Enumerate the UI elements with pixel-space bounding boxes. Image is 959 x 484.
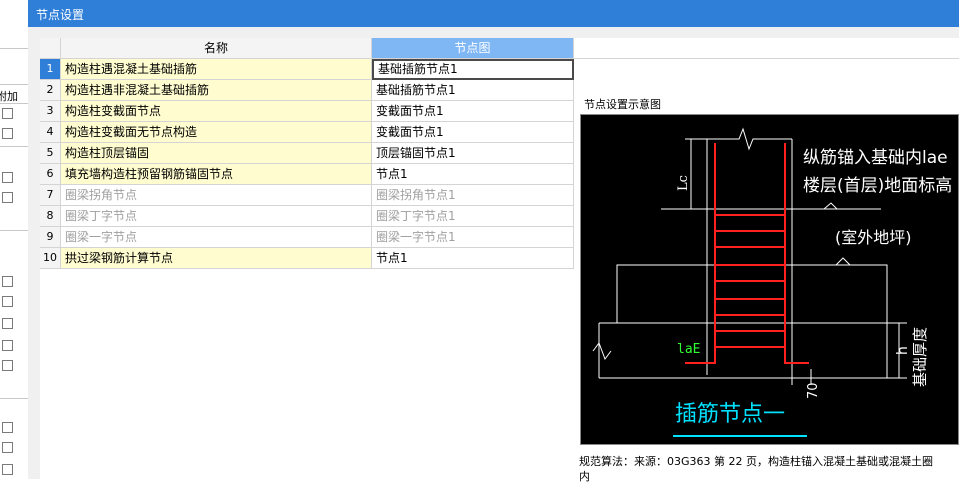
row-number: 1 (40, 59, 61, 80)
rule-description: 规范算法：来源：03G363 第 22 页，构造柱锚入混凝土基础或混凝土圈 (579, 455, 934, 468)
label-lc: Lc (676, 175, 691, 191)
parent-checkbox[interactable] (2, 276, 13, 287)
row-number: 3 (40, 101, 61, 122)
node-settings-dialog: 节点设置 名称 节点图 1 构造柱遇混凝土基础插筋 基础插筋节点1 2 构造柱遇… (28, 0, 959, 483)
parent-checkbox[interactable] (2, 464, 13, 475)
table-row[interactable]: 6 填充墙构造柱预留钢筋锚固节点 节点1 (40, 164, 574, 185)
parent-checkbox[interactable] (2, 360, 13, 371)
dialog-title: 节点设置 (36, 8, 85, 22)
row-number: 4 (40, 122, 61, 143)
parent-window-strip: 附加 (0, 0, 29, 479)
row-number: 9 (40, 227, 61, 248)
label-anchor: 纵筋锚入基础内lae (803, 148, 948, 168)
row-number: 2 (40, 80, 61, 101)
parent-checkbox[interactable] (2, 192, 13, 203)
row-name[interactable]: 构造柱遇非混凝土基础插筋 (61, 80, 372, 101)
row-name[interactable]: 构造柱遇混凝土基础插筋 (61, 59, 372, 80)
column-header-node[interactable]: 节点图 (372, 38, 574, 59)
row-name[interactable]: 构造柱变截面无节点构造 (61, 122, 372, 143)
row-number: 8 (40, 206, 61, 227)
dialog-titlebar[interactable]: 节点设置 (28, 0, 959, 27)
level-marker (823, 202, 838, 210)
parent-checkbox[interactable] (2, 318, 13, 329)
row-number: 5 (40, 143, 61, 164)
row-number-header (40, 38, 61, 59)
parent-checkbox[interactable] (2, 128, 13, 139)
parent-checkbox[interactable] (2, 108, 13, 119)
node-diagram: 纵筋锚入基础内lae 楼层(首层)地面标高 (室外地坪) Lc laE h 基础… (592, 127, 952, 437)
table-row[interactable]: 3 构造柱变截面节点 变截面节点1 (40, 101, 574, 122)
row-name[interactable]: 圈梁拐角节点 (61, 185, 372, 206)
row-node[interactable]: 节点1 (372, 164, 574, 185)
label-lae: laE (677, 342, 700, 357)
divider (0, 103, 28, 104)
row-node[interactable]: 变截面节点1 (372, 101, 574, 122)
label-outdoor: (室外地坪) (835, 228, 912, 247)
row-node[interactable]: 圈梁丁字节点1 (372, 206, 574, 227)
label-floor: 楼层(首层)地面标高 (803, 176, 952, 196)
column-header-name[interactable]: 名称 (61, 38, 372, 59)
divider (0, 84, 28, 85)
row-name[interactable]: 填充墙构造柱预留钢筋锚固节点 (61, 164, 372, 185)
row-node[interactable]: 节点1 (372, 248, 574, 269)
table-row[interactable]: 9 圈梁一字节点 圈梁一字节点1 (40, 227, 574, 248)
row-name[interactable]: 圈梁丁字节点 (61, 206, 372, 227)
row-node[interactable]: 圈梁一字节点1 (372, 227, 574, 248)
divider (0, 48, 28, 49)
row-node[interactable]: 顶层锚固节点1 (372, 143, 574, 164)
parent-checkbox[interactable] (2, 172, 13, 183)
divider (0, 398, 28, 399)
table-row[interactable]: 4 构造柱变截面无节点构造 变截面节点1 (40, 122, 574, 143)
rebar-cage (685, 143, 809, 364)
node-diagram-preview: 纵筋锚入基础内lae 楼层(首层)地面标高 (室外地坪) Lc laE h 基础… (580, 114, 959, 445)
row-node[interactable]: 基础插筋节点1 (372, 80, 574, 101)
parent-checkbox[interactable] (2, 340, 13, 351)
diagram-caption: 插筋节点一 (675, 402, 785, 427)
row-node[interactable]: 基础插筋节点1 (372, 59, 574, 80)
row-number: 7 (40, 185, 61, 206)
row-name[interactable]: 拱过梁钢筋计算节点 (61, 248, 372, 269)
divider (0, 146, 28, 147)
label-depth: 基础厚度 (911, 327, 929, 387)
table-row[interactable]: 8 圈梁丁字节点 圈梁丁字节点1 (40, 206, 574, 227)
table-row[interactable]: 2 构造柱遇非混凝土基础插筋 基础插筋节点1 (40, 80, 574, 101)
preview-title: 节点设置示意图 (584, 98, 661, 111)
label-70: 70 (806, 382, 821, 399)
row-node[interactable]: 变截面节点1 (372, 122, 574, 143)
parent-checkbox[interactable] (2, 296, 13, 307)
table-row[interactable]: 10 拱过梁钢筋计算节点 节点1 (40, 248, 574, 269)
row-name[interactable]: 圈梁一字节点 (61, 227, 372, 248)
break-line (707, 127, 792, 151)
table-row[interactable]: 5 构造柱顶层锚固 顶层锚固节点1 (40, 143, 574, 164)
table-row[interactable]: 1 构造柱遇混凝土基础插筋 基础插筋节点1 (40, 59, 574, 80)
table-header-row: 名称 节点图 (40, 38, 574, 59)
row-name[interactable]: 构造柱变截面节点 (61, 101, 372, 122)
row-number: 10 (40, 248, 61, 269)
parent-column-header: 附加 (0, 90, 18, 102)
row-number: 6 (40, 164, 61, 185)
level-marker (835, 257, 851, 266)
rule-description-continued: 内 (579, 470, 590, 483)
divider (0, 230, 28, 231)
table-row[interactable]: 7 圈梁拐角节点 圈梁拐角节点1 (40, 185, 574, 206)
grid-empty-header (574, 38, 959, 59)
parent-checkbox[interactable] (2, 442, 13, 453)
row-name[interactable]: 构造柱顶层锚固 (61, 143, 372, 164)
label-h: h (895, 346, 911, 355)
row-node[interactable]: 圈梁拐角节点1 (372, 185, 574, 206)
break-mark (592, 341, 612, 361)
parent-checkbox[interactable] (2, 422, 13, 433)
